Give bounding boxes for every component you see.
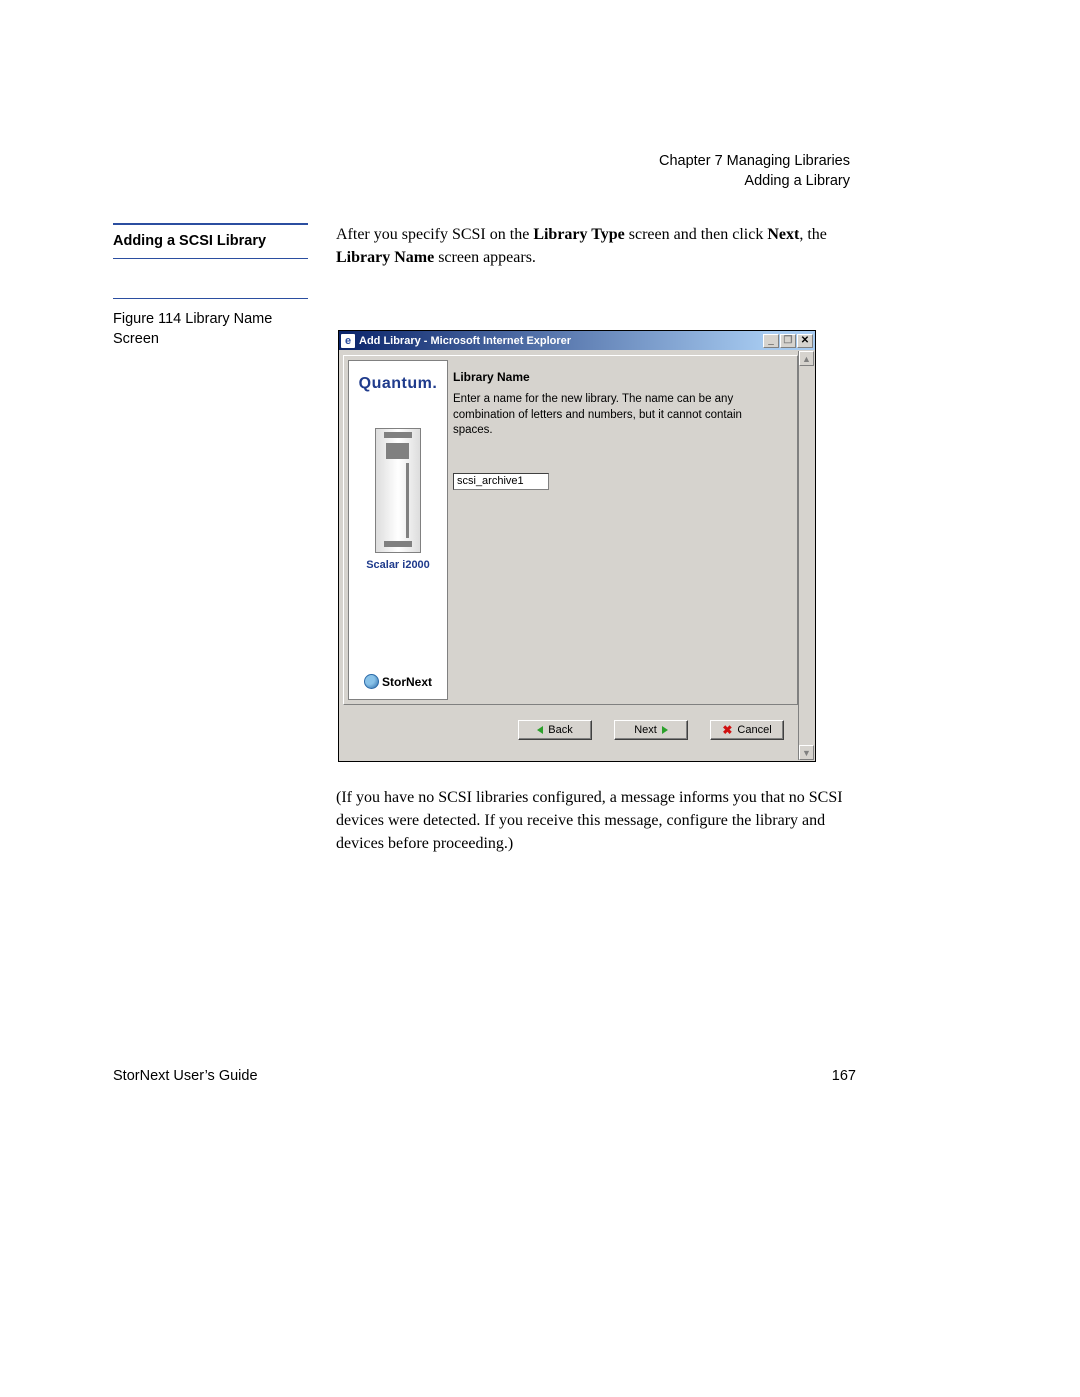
scroll-down-button[interactable]: ▼ [799, 745, 814, 760]
after-paragraph: (If you have no SCSI libraries configure… [336, 786, 846, 856]
intro-bold-next: Next [767, 226, 799, 243]
close-button[interactable]: ✕ [797, 334, 813, 348]
intro-bold-library-name: Library Name [336, 249, 434, 266]
intro-text: After you specify SCSI on the [336, 226, 533, 243]
section-heading: Adding a SCSI Library [113, 223, 308, 259]
intro-text: screen appears. [434, 249, 536, 266]
figure-caption: Figure 114 Library Name Screen [113, 298, 308, 349]
wizard-button-bar: Back Next ✖ Cancel [343, 715, 798, 745]
window-client-area: Quantum. Scalar i2000 StorNext Library N… [339, 350, 815, 761]
back-button-label: Back [548, 724, 572, 736]
brand-logo: Quantum. [353, 375, 443, 393]
page-header: Chapter 7 Managing Libraries Adding a Li… [610, 152, 850, 191]
wizard-sidebar: Quantum. Scalar i2000 StorNext [348, 360, 448, 700]
intro-paragraph: After you specify SCSI on the Library Ty… [336, 223, 846, 269]
product-label: Scalar i2000 [353, 559, 443, 571]
wizard-main-pane: Library Name Enter a name for the new li… [453, 360, 793, 700]
panel-description: Enter a name for the new library. The na… [453, 392, 773, 439]
globe-icon [364, 674, 379, 689]
back-button[interactable]: Back [518, 720, 592, 740]
footer-guide-name: StorNext User’s Guide [113, 1068, 258, 1084]
intro-text: screen and then click [625, 226, 768, 243]
minimize-button[interactable]: _ [763, 334, 779, 348]
window-buttons: _ ❐ ✕ [763, 334, 813, 348]
scroll-up-button[interactable]: ▲ [799, 351, 814, 366]
window-titlebar[interactable]: e Add Library - Microsoft Internet Explo… [339, 331, 815, 350]
next-button-label: Next [634, 724, 657, 736]
chapter-line: Chapter 7 Managing Libraries [659, 153, 850, 169]
cancel-x-icon: ✖ [722, 724, 732, 736]
ie-logo-icon: e [341, 334, 355, 348]
window-title: Add Library - Microsoft Internet Explore… [359, 335, 763, 347]
cancel-button-label: Cancel [737, 724, 771, 736]
restore-button[interactable]: ❐ [780, 334, 796, 348]
arrow-right-icon [662, 726, 668, 734]
panel-heading: Library Name [453, 370, 793, 384]
next-button[interactable]: Next [614, 720, 688, 740]
footer-page-number: 167 [832, 1068, 856, 1084]
library-name-input[interactable] [453, 473, 549, 490]
stornext-label: StorNext [382, 675, 432, 689]
screenshot-window: e Add Library - Microsoft Internet Explo… [338, 330, 816, 762]
document-page: Chapter 7 Managing Libraries Adding a Li… [0, 0, 1080, 1397]
cancel-button[interactable]: ✖ Cancel [710, 720, 784, 740]
stornext-brand: StorNext [349, 674, 447, 689]
vertical-scrollbar[interactable]: ▲ ▼ [798, 351, 814, 760]
section-line: Adding a Library [610, 172, 850, 192]
intro-bold-library-type: Library Type [533, 226, 624, 243]
arrow-left-icon [537, 726, 543, 734]
intro-text: , the [799, 226, 827, 243]
tape-library-illustration-icon [375, 428, 421, 553]
wizard-panel: Quantum. Scalar i2000 StorNext Library N… [343, 355, 798, 705]
